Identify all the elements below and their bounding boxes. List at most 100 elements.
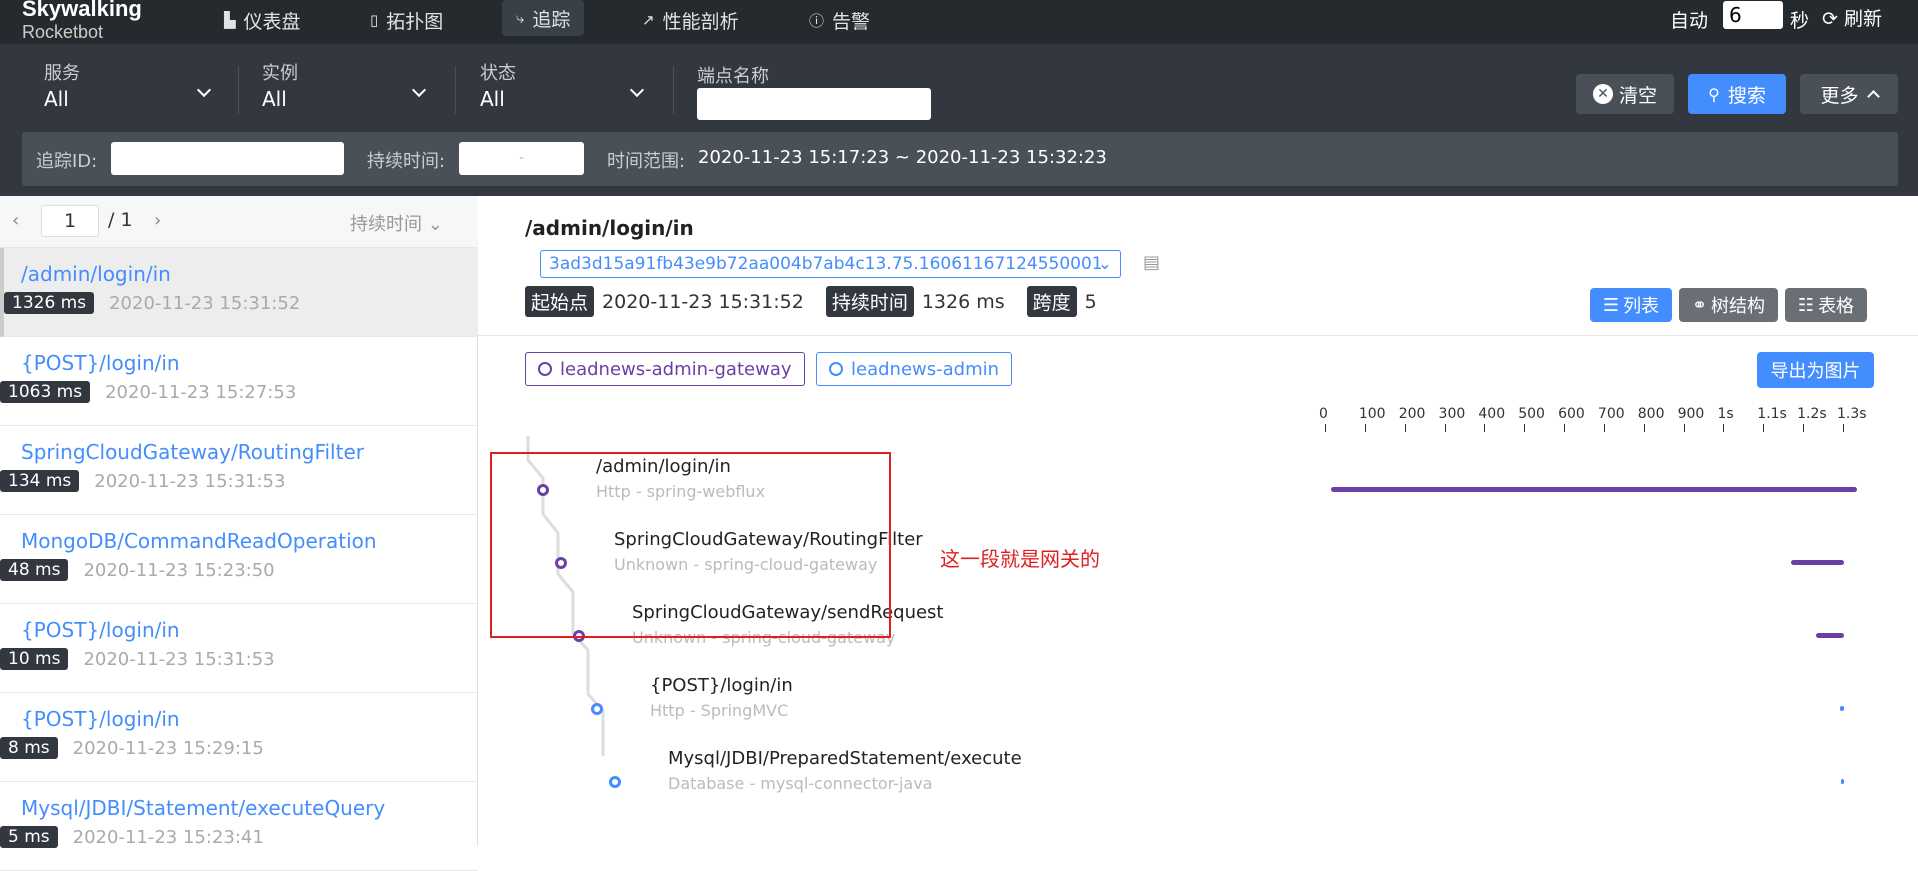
view-tree-button[interactable]: ⚭ 树结构 [1679, 288, 1778, 322]
nav-profiling[interactable]: ↗ 性能剖析 [628, 0, 753, 40]
duration-badge: 134 ms [0, 470, 80, 492]
trace-id-input[interactable] [111, 142, 344, 175]
axis-tick: 1.3s [1837, 406, 1867, 422]
trace-list-item[interactable]: {POST}/login/in 10 ms 2020-11-23 15:31:53 [0, 604, 478, 693]
time-range-value[interactable]: 2020-11-23 15:17:23 ~ 2020-11-23 15:32:2… [698, 147, 1107, 168]
auto-refresh-label: 自动 [1670, 10, 1709, 32]
instance-select[interactable]: 实例 All [262, 59, 427, 119]
page-input[interactable]: 1 [41, 205, 99, 237]
span-node-icon [609, 776, 621, 788]
clear-button[interactable]: ✕ 清空 [1576, 74, 1674, 114]
trace-list-item[interactable]: {POST}/login/in 8 ms 2020-11-23 15:29:15 [0, 693, 478, 782]
sort-select[interactable]: 持续时间 ⌄ [350, 210, 443, 236]
trace-icon: ⤷ [516, 9, 525, 27]
nav-trace[interactable]: ⤷ 追踪 [502, 0, 585, 36]
refresh-interval-input[interactable]: 6 [1723, 1, 1783, 29]
more-options-row: 追踪ID: 持续时间: - 时间范围: 2020-11-23 15:17:23 … [22, 132, 1898, 186]
pagination: ‹ 1 / 1 › 持续时间 ⌄ [0, 196, 478, 248]
duration-badge: 1063 ms [0, 381, 91, 403]
axis-tick: 800 [1637, 406, 1665, 422]
duration-tag: 持续时间 [825, 286, 914, 317]
trace-list-item[interactable]: Mysql/JDBI/Statement/executeQuery 5 ms 20… [0, 782, 478, 871]
chevron-up-icon [1866, 90, 1880, 103]
axis-tick: 400 [1478, 406, 1506, 422]
axis-tick: 100 [1358, 406, 1386, 422]
service-legend-admin[interactable]: leadnews-admin [816, 352, 1013, 386]
export-image-button[interactable]: 导出为图片 [1757, 352, 1874, 388]
view-table-button[interactable]: ☷ 表格 [1785, 288, 1867, 322]
chart-bar-icon: ▙ [224, 11, 236, 29]
axis-tick-mark [1484, 424, 1486, 432]
nav-topology[interactable]: ▯ 拓扑图 [356, 0, 457, 40]
trace-detail-header: /admin/login/in 3ad3d15a91fb43e9b72aa004… [478, 196, 1918, 336]
chevron-left-icon[interactable]: ‹ [12, 210, 19, 231]
time-range-label: 时间范围: [607, 151, 686, 172]
axis-tick: 900 [1677, 406, 1705, 422]
duration-range-input[interactable]: - [459, 142, 584, 175]
duration-badge: 48 ms [0, 559, 69, 581]
clipboard-icon[interactable]: ▤ [1143, 252, 1160, 273]
span-row[interactable]: {POST}/login/in Http - SpringMVC [478, 675, 1918, 741]
filter-bar: 服务 All 实例 All 状态 All 端点名称 ✕ 清空 ⚲ 搜索 更多 追… [0, 44, 1918, 196]
nav-alarm[interactable]: ⓘ 告警 [795, 0, 884, 40]
divider [455, 66, 456, 114]
chevron-down-icon: ⌄ [1097, 254, 1112, 274]
axis-tick-mark [1603, 424, 1605, 432]
divider [673, 66, 674, 114]
trace-time: 2020-11-23 15:31:53 [83, 648, 275, 670]
span-duration-bar [1791, 560, 1845, 565]
view-list-button[interactable]: ☰ 列表 [1590, 288, 1672, 322]
axis-tick-mark [1843, 424, 1844, 432]
span-duration-bar [1841, 779, 1845, 784]
top-bar: Skywalking Rocketbot ▙ 仪表盘 ▯ 拓扑图 ⤷ 追踪 ↗ 性能剖析… [0, 0, 1918, 44]
duration-badge: 1326 ms [4, 292, 95, 314]
trace-id-select[interactable]: 3ad3d15a91fb43e9b72aa004b7ab4c13.75.1606… [540, 250, 1121, 278]
axis-tick-mark [1524, 424, 1526, 432]
circle-icon [829, 362, 843, 376]
refresh-button[interactable]: ⟳ 刷新 [1822, 4, 1882, 31]
axis-tick-mark [1404, 424, 1406, 432]
axis-tick-mark [1803, 424, 1805, 432]
trace-list-item[interactable]: /admin/login/in 1326 ms 2020-11-23 15:31:… [0, 248, 478, 337]
timeline-axis: 0 100 200 300 400 500 600 700 800 900 1s 1.1s 1.2s 1.… [1319, 406, 1867, 436]
service-legend-gateway[interactable]: leadnews-admin-gateway [525, 352, 805, 386]
search-icon: ⚲ [1708, 84, 1720, 104]
trace-time: 2020-11-23 15:31:53 [94, 470, 286, 492]
axis-tick-mark [1364, 424, 1366, 432]
span-duration-bar [1331, 487, 1857, 492]
axis-tick-mark [1723, 424, 1725, 432]
trace-id-label: 追踪ID: [36, 151, 98, 172]
axis-tick-mark [1643, 424, 1645, 432]
axis-tick-mark [1444, 424, 1446, 432]
status-select[interactable]: 状态 All [480, 59, 645, 119]
trace-list-item[interactable]: {POST}/login/in 1063 ms 2020-11-23 15:27:… [0, 337, 478, 426]
trace-list-item[interactable]: SpringCloudGateway/RoutingFilter 134 ms 2… [0, 426, 478, 515]
service-select[interactable]: 服务 All [44, 59, 212, 119]
alert-icon: ⓘ [809, 11, 825, 30]
circle-icon [538, 362, 552, 376]
page-total: / 1 [108, 209, 133, 231]
tree-icon: ⚭ [1691, 294, 1708, 316]
app-logo-sub: Rocketbot [22, 22, 104, 42]
axis-tick-mark [1564, 424, 1566, 432]
start-value: 2020-11-23 15:31:52 [602, 290, 804, 313]
search-button[interactable]: ⚲ 搜索 [1688, 74, 1786, 114]
trace-list-pane: ‹ 1 / 1 › 持续时间 ⌄ /admin/login/in 1326 ms… [0, 196, 478, 871]
nav-dashboard[interactable]: ▙ 仪表盘 [210, 0, 315, 40]
axis-tick: 1s [1717, 406, 1734, 422]
span-duration-bar [1815, 633, 1845, 638]
endpoint-name-input[interactable] [697, 88, 931, 120]
span-value: 5 [1084, 290, 1097, 313]
more-button[interactable]: 更多 [1800, 74, 1898, 114]
chevron-right-icon[interactable]: › [154, 210, 161, 231]
axis-tick-mark [1763, 424, 1765, 432]
span-subtitle: Http - SpringMVC [650, 701, 789, 720]
span-row[interactable]: Mysql/JDBI/PreparedStatement/execute Data… [478, 748, 1918, 814]
trace-list-item[interactable]: MongoDB/CommandReadOperation 48 ms 2020-1… [0, 515, 478, 604]
list-icon: ☰ [1602, 294, 1620, 316]
trace-time: 2020-11-23 15:23:41 [72, 826, 264, 848]
annotation-text: 这一段就是网关的 [940, 547, 1100, 571]
axis-tick: 200 [1398, 406, 1426, 422]
trace-title: /admin/login/in [525, 216, 694, 240]
duration-badge: 5 ms [0, 826, 58, 848]
